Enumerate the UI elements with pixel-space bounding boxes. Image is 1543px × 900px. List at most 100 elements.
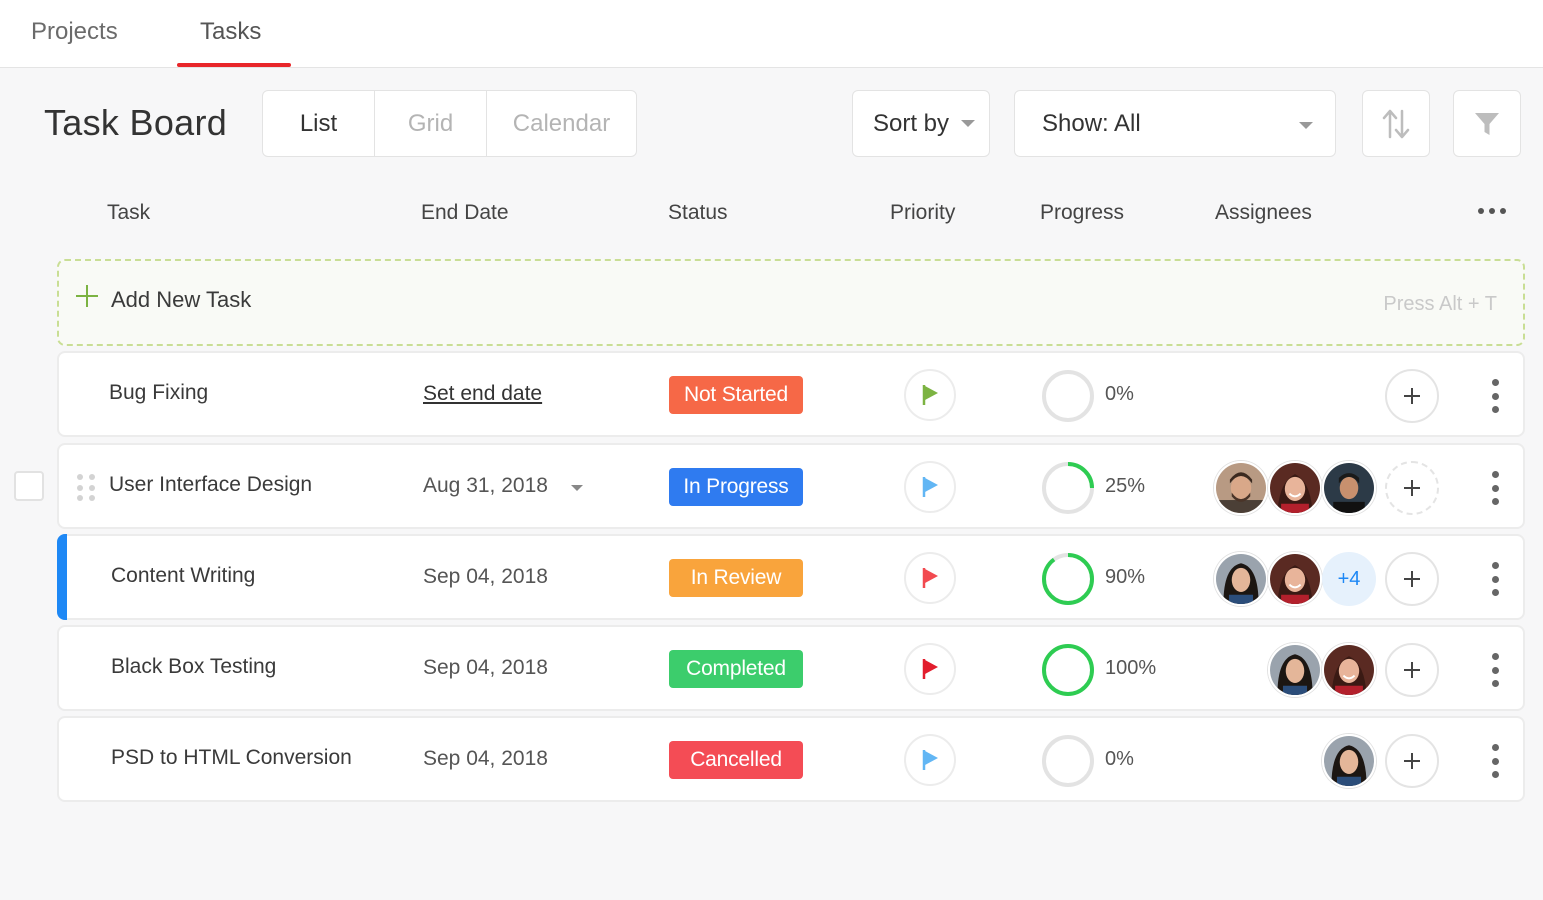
add-assignee-button[interactable] <box>1385 734 1439 788</box>
task-row[interactable]: Content Writing Sep 04, 2018 In Review 9… <box>57 534 1525 620</box>
task-name[interactable]: User Interface Design <box>109 473 312 497</box>
row-select-checkbox[interactable] <box>14 471 44 501</box>
flag-icon <box>922 385 938 405</box>
plus-icon <box>76 285 98 307</box>
avatar-woman-smiling-icon <box>1270 463 1320 513</box>
task-row[interactable]: Black Box Testing Sep 04, 2018 Completed… <box>57 625 1525 711</box>
column-header-progress[interactable]: Progress <box>1040 201 1124 225</box>
progress-percent: 25% <box>1105 475 1146 497</box>
avatar-man-dark-icon <box>1324 463 1374 513</box>
tab-projects[interactable]: Projects <box>31 18 118 46</box>
row-menu-icon[interactable] <box>1489 562 1501 596</box>
avatar-woman-dark-hair-icon <box>1270 645 1320 695</box>
task-name[interactable]: Bug Fixing <box>109 381 208 405</box>
sort-by-dropdown[interactable]: Sort by <box>852 90 990 157</box>
row-menu-icon[interactable] <box>1489 744 1501 778</box>
progress-percent: 0% <box>1105 748 1134 770</box>
active-tab-indicator <box>177 63 291 67</box>
set-end-date-link[interactable]: Set end date <box>423 382 542 406</box>
task-name[interactable]: Black Box Testing <box>111 655 276 679</box>
column-header-end-date[interactable]: End Date <box>421 201 509 225</box>
add-new-task-label: Add New Task <box>111 287 252 312</box>
avatar[interactable] <box>1322 643 1376 697</box>
add-assignee-button[interactable] <box>1385 643 1439 697</box>
sort-direction-button[interactable] <box>1362 90 1430 157</box>
flag-icon <box>922 568 938 588</box>
avatar-woman-smiling-icon <box>1270 554 1320 604</box>
avatar[interactable] <box>1214 552 1268 606</box>
view-calendar-button[interactable]: Calendar <box>487 91 636 156</box>
row-menu-icon[interactable] <box>1489 471 1501 505</box>
sort-by-label: Sort by <box>873 109 950 137</box>
task-name[interactable]: PSD to HTML Conversion <box>111 746 352 770</box>
task-row[interactable]: User Interface Design Aug 31, 2018 In Pr… <box>57 443 1525 529</box>
progress-ring <box>1042 553 1094 605</box>
keyboard-shortcut-hint: Press Alt + T <box>1383 293 1497 315</box>
status-badge[interactable]: Not Started <box>669 376 803 414</box>
end-date-value[interactable]: Sep 04, 2018 <box>423 747 548 771</box>
priority-button[interactable] <box>904 552 956 604</box>
progress-ring <box>1042 370 1094 422</box>
avatar[interactable] <box>1322 461 1376 515</box>
chevron-down-icon <box>961 120 976 127</box>
column-header-assignees[interactable]: Assignees <box>1215 201 1312 225</box>
add-new-task-row[interactable]: Add New Task Press Alt + T <box>57 259 1525 346</box>
end-date-value[interactable]: Sep 04, 2018 <box>423 656 548 680</box>
row-menu-icon[interactable] <box>1489 653 1501 687</box>
columns-more-icon[interactable] <box>1478 208 1506 214</box>
avatar-woman-smiling-icon <box>1324 645 1374 695</box>
progress-ring <box>1042 462 1094 514</box>
show-filter-value: Show: All <box>1042 109 1141 137</box>
status-badge[interactable]: Cancelled <box>669 741 803 779</box>
flag-icon <box>922 659 938 679</box>
progress-percent: 0% <box>1105 383 1134 405</box>
progress-ring <box>1042 644 1094 696</box>
page-title: Task Board <box>44 102 228 143</box>
view-grid-button[interactable]: Grid <box>375 91 487 156</box>
avatar[interactable] <box>1268 643 1322 697</box>
priority-button[interactable] <box>904 369 956 421</box>
flag-icon <box>922 750 938 770</box>
view-list-button[interactable]: List <box>263 91 375 156</box>
filter-button[interactable] <box>1453 90 1521 157</box>
sort-arrows-icon <box>1382 109 1410 138</box>
funnel-icon <box>1475 112 1499 135</box>
priority-button[interactable] <box>904 734 956 786</box>
column-header-status[interactable]: Status <box>668 201 728 225</box>
progress-ring <box>1042 735 1094 787</box>
top-nav: Projects Tasks <box>0 0 1543 68</box>
show-filter-select[interactable]: Show: All <box>1014 90 1336 157</box>
avatar-man-beard-icon <box>1216 463 1266 513</box>
avatar-woman-dark-hair-icon <box>1324 736 1374 786</box>
avatar[interactable] <box>1322 734 1376 788</box>
chevron-down-icon <box>1299 122 1313 129</box>
view-switcher: List Grid Calendar <box>262 90 637 157</box>
avatar-woman-dark-hair-icon <box>1216 554 1266 604</box>
priority-button[interactable] <box>904 461 956 513</box>
tab-tasks[interactable]: Tasks <box>200 18 261 46</box>
row-menu-icon[interactable] <box>1489 379 1501 413</box>
status-badge[interactable]: In Progress <box>669 468 803 506</box>
avatar[interactable] <box>1268 552 1322 606</box>
add-assignee-button[interactable] <box>1385 369 1439 423</box>
column-header-priority[interactable]: Priority <box>890 201 955 225</box>
add-assignee-button[interactable] <box>1385 552 1439 606</box>
flag-icon <box>922 477 938 497</box>
task-name[interactable]: Content Writing <box>111 564 255 588</box>
task-row[interactable]: PSD to HTML Conversion Sep 04, 2018 Canc… <box>57 716 1525 802</box>
end-date-value[interactable]: Sep 04, 2018 <box>423 565 548 589</box>
progress-percent: 100% <box>1105 657 1157 679</box>
avatar[interactable] <box>1268 461 1322 515</box>
task-row[interactable]: Bug Fixing Set end date Not Started 0% <box>57 351 1525 437</box>
drag-handle-icon[interactable] <box>77 474 95 502</box>
end-date-value[interactable]: Aug 31, 2018 <box>423 474 548 498</box>
progress-percent: 90% <box>1105 566 1146 588</box>
chevron-down-icon[interactable] <box>571 485 583 491</box>
avatar[interactable] <box>1214 461 1268 515</box>
priority-button[interactable] <box>904 643 956 695</box>
add-assignee-button[interactable] <box>1385 461 1439 515</box>
more-assignees-badge[interactable]: +4 <box>1322 552 1376 606</box>
status-badge[interactable]: Completed <box>669 650 803 688</box>
column-header-task[interactable]: Task <box>107 201 150 225</box>
status-badge[interactable]: In Review <box>669 559 803 597</box>
